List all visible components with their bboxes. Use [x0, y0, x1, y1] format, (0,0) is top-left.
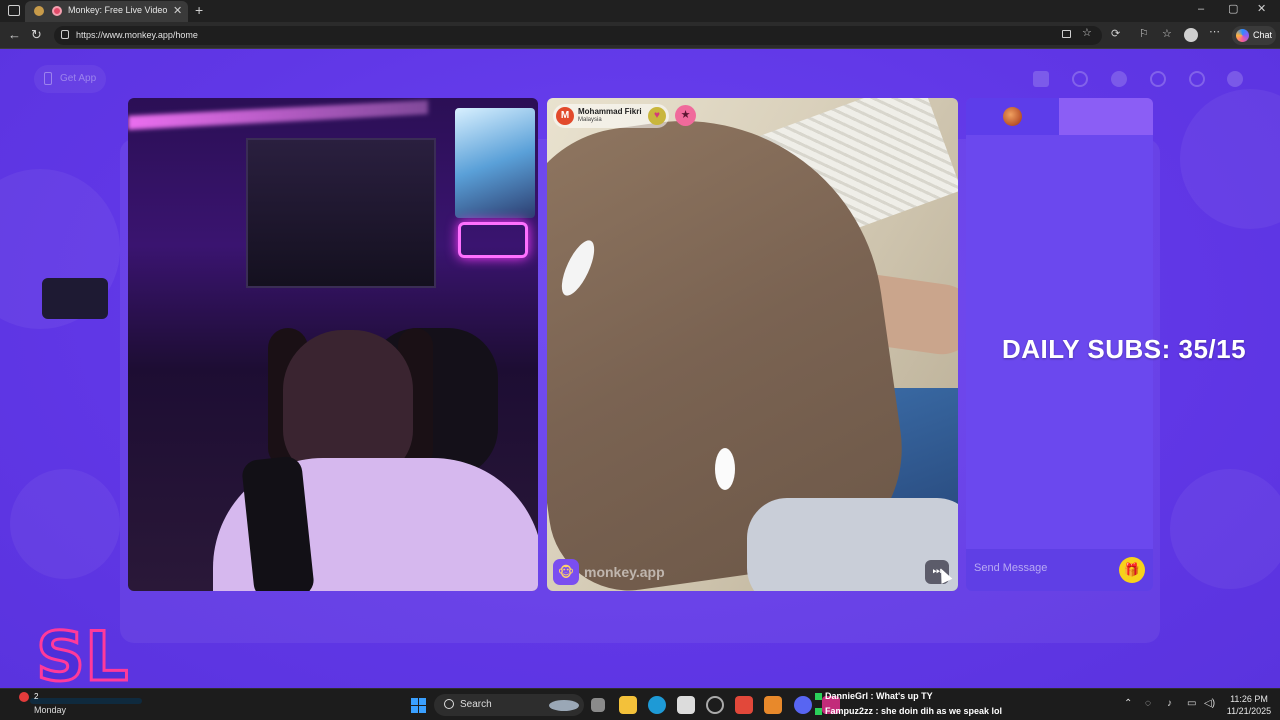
favorites-icon[interactable]: ⚐: [1139, 29, 1149, 40]
background-decoration: [1170, 469, 1280, 589]
browser-toolbar: ← ↻ https://www.monkey.app/home ☆ ⟳ ⚐ ☆ …: [0, 22, 1280, 49]
browser-tab-bar: Monkey: Free Live Video Ch ✕ + – ▢ ✕: [0, 0, 1280, 22]
gift-icon[interactable]: 🎁: [1119, 557, 1145, 583]
windows-taskbar: Monday Search DannieGrl : What's up TY F…: [0, 688, 1280, 720]
remote-user-country: Malaysia: [578, 117, 602, 123]
led-strip: [128, 100, 428, 130]
browser-tab-monkey[interactable]: Monkey: Free Live Video Ch ✕: [25, 1, 188, 22]
store-icon[interactable]: [677, 696, 695, 714]
remote-video: [547, 98, 958, 591]
display-icon[interactable]: ▭: [1187, 698, 1196, 709]
system-clock[interactable]: 11:26 PM 11/21/2025: [1222, 693, 1276, 717]
tab-title: Monkey: Free Live Video Ch: [68, 5, 168, 15]
watermark-text: monkey.app: [584, 564, 665, 580]
tab-my-profile[interactable]: [966, 98, 1059, 135]
copilot-icon: [1236, 29, 1249, 42]
clock-time: 11:26 PM: [1230, 694, 1268, 704]
minimize-button[interactable]: –: [1198, 4, 1204, 15]
address-bar[interactable]: https://www.monkey.app/home ☆: [54, 26, 1102, 45]
get-app-label: Get App: [60, 73, 97, 84]
shelf-screen: [455, 108, 535, 218]
background-decoration: [10, 469, 120, 579]
overlay-box: [42, 278, 108, 319]
remote-user-name: Mohammad Fikri: [578, 107, 642, 116]
logo-text: SL: [36, 618, 128, 692]
collections-icon[interactable]: ☆: [1162, 29, 1172, 40]
my-avatar: [1003, 107, 1022, 126]
remote-user-avatar: M: [556, 107, 574, 125]
star-icon[interactable]: ☆: [1082, 28, 1092, 39]
refresh-icon[interactable]: ↻: [31, 28, 42, 41]
history-icon[interactable]: [1150, 71, 1166, 87]
close-window-button[interactable]: ✕: [1257, 4, 1266, 15]
chevron-up-icon[interactable]: ⌃: [1124, 698, 1132, 709]
shop-icon[interactable]: [1033, 71, 1049, 87]
cast-icon[interactable]: [1062, 30, 1071, 38]
badge-icon[interactable]: ★: [675, 105, 696, 126]
stream-chat-line: DannieGrl : What's up TY: [815, 691, 933, 701]
local-video: [128, 98, 538, 591]
more-icon[interactable]: ⋯: [1209, 27, 1220, 38]
neon-sign: [458, 222, 528, 258]
copilot-label: Chat: [1253, 30, 1273, 40]
search-icon[interactable]: [1072, 71, 1088, 87]
brave-icon[interactable]: [735, 696, 753, 714]
mod-badge-icon: [815, 693, 822, 701]
screen: Monkey: Free Live Video Ch ✕ + – ▢ ✕ ← ↻…: [0, 0, 1280, 720]
room-window: [246, 138, 436, 288]
affinity-icon[interactable]: [764, 696, 782, 714]
light-reflection: [715, 448, 735, 490]
remote-user-pill[interactable]: M Mohammad Fikri Malaysia ♥: [553, 104, 669, 128]
search-icon: [444, 699, 454, 709]
recording-icon: [52, 6, 62, 16]
daily-subs-overlay: DAILY SUBS: 35/15: [1002, 334, 1247, 364]
discord-icon[interactable]: [794, 696, 812, 714]
copilot-chat-button[interactable]: Chat: [1232, 26, 1276, 45]
clock-date: 11/21/2025: [1226, 706, 1272, 716]
background-decoration: [1180, 89, 1280, 229]
stream-bar: [30, 698, 142, 704]
monkey-favicon-icon: [34, 6, 44, 16]
url-text: https://www.monkey.app/home: [76, 30, 198, 40]
chat-tabs: M: [966, 98, 1153, 135]
mic-icon[interactable]: ♪: [1167, 698, 1172, 709]
profile-icon[interactable]: [1227, 71, 1243, 87]
file-explorer-icon[interactable]: [619, 696, 637, 714]
monkey-logo-icon: 🐵: [553, 559, 579, 585]
weather-day: Monday: [34, 705, 67, 715]
tab-close-icon[interactable]: ✕: [173, 4, 182, 17]
weather-badge-count: 2: [34, 692, 39, 701]
streamer-logo: SL: [35, 618, 130, 692]
send-message-placeholder: Send Message: [974, 562, 1048, 574]
back-icon[interactable]: ←: [8, 28, 21, 41]
send-message-field[interactable]: Send Message 🎁: [966, 549, 1153, 591]
mod-badge-icon: [815, 708, 822, 716]
maximize-button[interactable]: ▢: [1228, 4, 1238, 15]
volume-icon[interactable]: ◁): [1204, 698, 1215, 709]
globe-icon[interactable]: [1111, 71, 1127, 87]
tab-remote-profile[interactable]: M: [1059, 98, 1153, 135]
stream-chat-line: Fampuz2zz : she doin dih as we speak lol: [815, 706, 1002, 716]
network-icon[interactable]: ◌: [1145, 698, 1151, 709]
extensions-icon[interactable]: ⟳: [1111, 29, 1120, 40]
chat-icon[interactable]: [1189, 71, 1205, 87]
lock-icon: [61, 30, 69, 39]
task-view-icon[interactable]: [591, 698, 605, 712]
windows-start-icon[interactable]: [411, 698, 426, 713]
new-tab-button[interactable]: +: [195, 3, 203, 17]
weather-badge-icon[interactable]: [19, 692, 29, 702]
tab-actions-icon[interactable]: [8, 5, 20, 16]
search-highlight-icon: [549, 700, 579, 711]
search-label: Search: [460, 699, 492, 710]
heart-icon[interactable]: ♥: [648, 107, 666, 125]
settings-icon[interactable]: [706, 696, 724, 714]
phone-icon: [44, 72, 52, 85]
get-app-button[interactable]: Get App: [34, 65, 107, 93]
edge-icon[interactable]: [648, 696, 666, 714]
profile-icon[interactable]: [1184, 28, 1198, 42]
taskbar-search[interactable]: Search: [434, 694, 584, 716]
